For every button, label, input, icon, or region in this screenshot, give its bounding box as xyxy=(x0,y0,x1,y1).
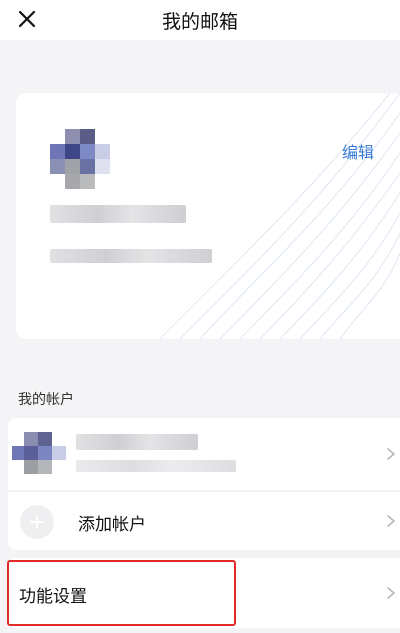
add-account-item[interactable]: 添加帐户 xyxy=(8,492,400,550)
chevron-right-icon xyxy=(387,515,395,527)
account-email-redacted xyxy=(76,460,236,472)
section-title: 我的帐户 xyxy=(18,392,74,408)
account-name-redacted xyxy=(76,434,198,450)
top-bar: 我的邮箱 xyxy=(0,0,400,40)
account-list-item[interactable] xyxy=(8,418,400,490)
account-avatar xyxy=(12,432,66,480)
profile-name-redacted xyxy=(50,205,186,223)
edit-link[interactable]: 编辑 xyxy=(342,139,374,163)
function-settings-item[interactable]: 功能设置 xyxy=(8,558,400,628)
chevron-right-icon xyxy=(387,587,395,599)
profile-avatar[interactable] xyxy=(50,129,110,191)
profile-card: 编辑 xyxy=(16,93,400,339)
add-account-label: 添加帐户 xyxy=(78,515,146,535)
chevron-right-icon xyxy=(387,448,395,460)
function-settings-label: 功能设置 xyxy=(19,587,87,607)
plus-icon xyxy=(30,515,44,529)
add-circle-button[interactable] xyxy=(20,505,54,539)
profile-email-redacted xyxy=(50,249,212,263)
page-title: 我的邮箱 xyxy=(161,11,238,33)
